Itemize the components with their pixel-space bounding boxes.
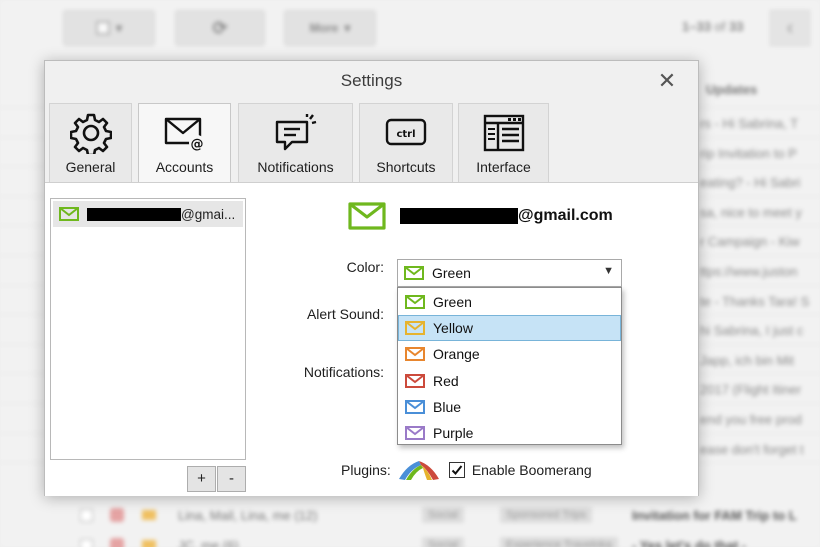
mail-icon xyxy=(405,426,425,441)
account-list[interactable]: @gmai... xyxy=(50,198,246,460)
mail-icon xyxy=(348,202,386,230)
mail-icon xyxy=(59,207,79,221)
color-option-yellow[interactable]: Yellow xyxy=(398,315,621,342)
refresh-icon: ⟳ xyxy=(212,17,228,38)
message-snippet: ttps://www.juston xyxy=(700,263,798,279)
svg-text:@: @ xyxy=(190,137,203,152)
more-button: More ▾ xyxy=(284,10,376,46)
message-snippet: sa, nice to meet y xyxy=(700,204,802,220)
message-snippet: Japp, ich bin Mit xyxy=(700,352,794,368)
message-snippet: rs - Hi Sabrina, T xyxy=(700,116,799,131)
color-select[interactable]: Green ▼ xyxy=(397,259,622,287)
account-header: @gmail.com xyxy=(348,202,613,230)
tab-label: Notifications xyxy=(257,159,334,175)
message-snippet: hi Sabrina, I just c xyxy=(700,323,804,339)
select-all-button: ▾ xyxy=(63,10,155,46)
mail-icon xyxy=(405,295,425,310)
keyboard-ctrl-icon: ctrl xyxy=(384,112,428,154)
mail-icon xyxy=(405,321,425,336)
plugins-row: Plugins: Enable Boomerang xyxy=(341,459,592,481)
color-dropdown: Green Yellow Orange Red Blue Purple xyxy=(397,287,622,445)
message-count: 1–33 of 33 xyxy=(682,19,744,34)
color-option-red[interactable]: Red xyxy=(398,368,621,394)
color-option-orange[interactable]: Orange xyxy=(398,341,621,367)
message-snippet: rip Invitation to P xyxy=(700,145,797,161)
tab-general[interactable]: General xyxy=(49,103,132,183)
tab-label: Shortcuts xyxy=(376,159,436,175)
redacted-email xyxy=(400,208,518,224)
notification-icon xyxy=(274,112,318,154)
refresh-button: ⟳ xyxy=(175,10,265,46)
account-label: @gmai... xyxy=(181,206,236,222)
close-button[interactable]: ✕ xyxy=(656,70,678,92)
window-icon xyxy=(482,112,526,154)
gear-icon xyxy=(69,112,112,154)
color-option-blue[interactable]: Blue xyxy=(398,394,621,420)
remove-account-button[interactable]: - xyxy=(217,466,246,492)
tab-accounts[interactable]: @ Accounts xyxy=(138,103,231,183)
plugins-label: Plugins: xyxy=(341,462,391,478)
alert-sound-label: Alert Sound: xyxy=(306,306,384,322)
prev-page-button: ‹ xyxy=(770,10,810,46)
color-option-purple[interactable]: Purple xyxy=(398,420,621,446)
mail-icon xyxy=(405,347,425,362)
account-email: @gmail.com xyxy=(518,207,613,224)
accounts-panel: @gmai... + - @gmail.com Color: Alert Sou… xyxy=(45,182,698,496)
chevron-down-icon: ▾ xyxy=(344,21,351,35)
message-snippet: ease don't forget t xyxy=(700,441,804,457)
enable-boomerang-checkbox[interactable] xyxy=(448,462,465,478)
dialog-titlebar: Settings ✕ xyxy=(45,61,698,101)
more-label: More xyxy=(309,21,339,35)
chevron-down-icon: ▼ xyxy=(603,265,614,277)
account-list-item[interactable]: @gmai... xyxy=(53,201,243,227)
mail-icon xyxy=(405,399,425,414)
mail-icon xyxy=(404,266,424,280)
mail-at-icon: @ xyxy=(163,112,207,154)
color-option-green[interactable]: Green xyxy=(398,289,621,315)
settings-dialog: Settings ✕ General @ Accounts Notificati… xyxy=(44,60,699,496)
add-account-button[interactable]: + xyxy=(187,466,216,492)
message-snippet: 2017 (Flight Itiner xyxy=(700,382,802,398)
tab-interface[interactable]: Interface xyxy=(458,103,549,183)
tab-label: General xyxy=(65,159,116,175)
select-checkbox xyxy=(95,21,110,35)
message-snippet: te - Thanks Tara! S xyxy=(700,293,810,309)
color-select-value: Green xyxy=(432,265,471,281)
message-row: Lina, Mail, Lina, me (12) Social Sponsor… xyxy=(0,500,820,530)
tab-label: Accounts xyxy=(155,159,214,175)
tab-notifications[interactable]: Notifications xyxy=(238,103,353,183)
dialog-title: Settings xyxy=(340,71,403,90)
boomerang-logo-icon xyxy=(397,459,441,481)
message-snippet: end you free prod xyxy=(700,411,802,427)
tab-shortcuts[interactable]: ctrl Shortcuts xyxy=(359,103,453,183)
tab-label: Interface xyxy=(476,159,531,175)
redacted-email xyxy=(87,207,181,221)
message-snippet: r Campaign - Kiw xyxy=(700,234,800,250)
mail-icon xyxy=(405,373,425,388)
svg-text:ctrl: ctrl xyxy=(396,129,415,140)
checkmark-icon xyxy=(451,465,463,475)
color-label: Color: xyxy=(346,259,384,275)
message-row: JC, me (6) Social Experience Traveloka -… xyxy=(0,530,820,547)
message-snippet: eating? - Hi Sabri xyxy=(700,175,801,191)
notifications-label: Notifications: xyxy=(303,364,384,380)
chevron-down-icon: ▾ xyxy=(115,21,123,35)
enable-boomerang-label[interactable]: Enable Boomerang xyxy=(472,462,592,478)
